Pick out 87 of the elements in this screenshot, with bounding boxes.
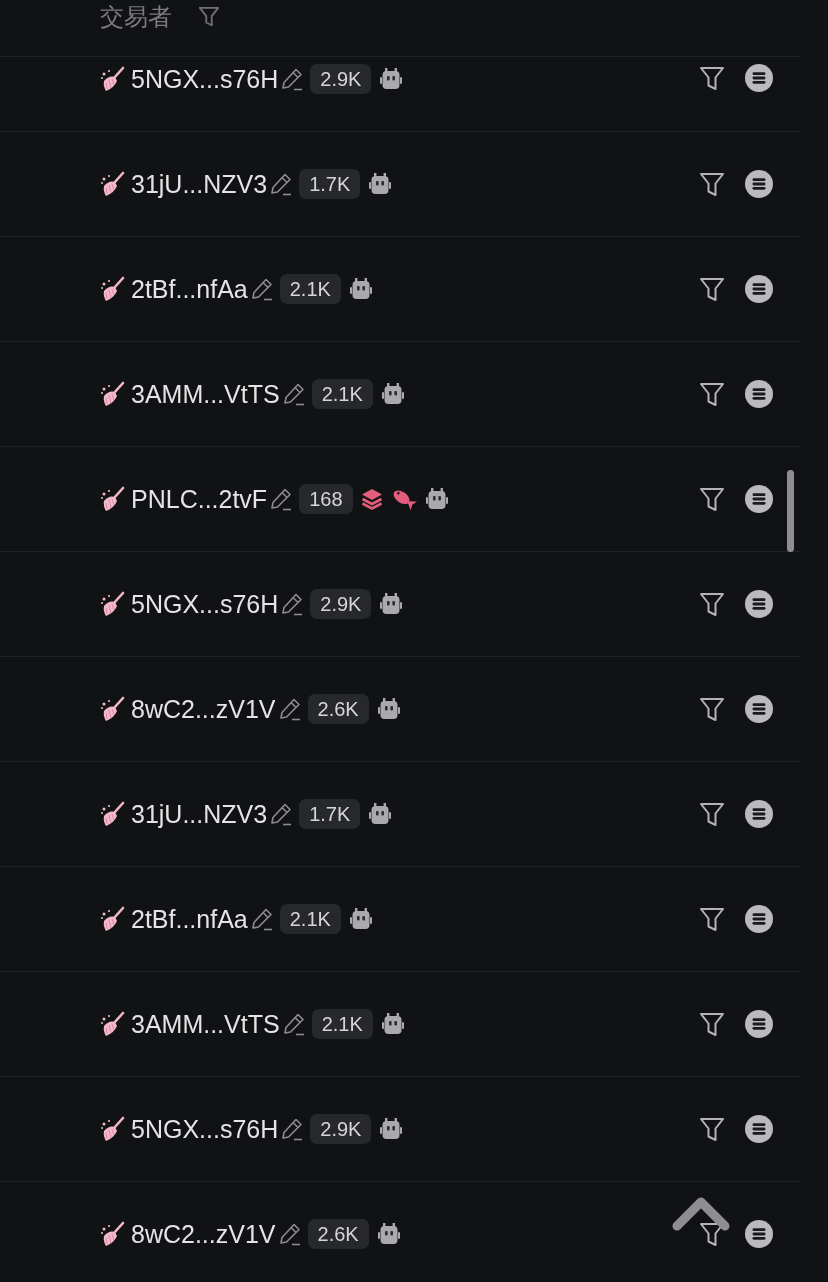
broom-icon — [100, 591, 126, 617]
filter-icon[interactable] — [698, 590, 726, 618]
menu-circle-icon[interactable] — [745, 905, 773, 933]
count-badge: 2.1K — [311, 379, 373, 409]
menu-circle-icon[interactable] — [745, 380, 773, 408]
wallet-address[interactable]: 2tBf...nfAa — [131, 274, 248, 304]
wallet-address[interactable]: PNLC...2tvF — [131, 484, 268, 514]
count-badge: 2.6K — [307, 694, 369, 724]
wallet-address[interactable]: 3AMM...VtTS — [131, 379, 280, 409]
wallet-address[interactable]: 31jU...NZV3 — [131, 799, 268, 829]
wallet-address[interactable]: 5NGX...s76H — [131, 64, 279, 94]
filter-icon[interactable] — [698, 695, 726, 723]
filter-icon[interactable] — [698, 170, 726, 198]
robot-icon — [380, 592, 403, 616]
broom-icon — [100, 381, 126, 407]
filter-icon[interactable] — [198, 6, 220, 28]
broom-icon — [100, 1011, 126, 1037]
edit-icon[interactable] — [269, 172, 294, 196]
menu-circle-icon[interactable] — [745, 485, 773, 513]
robot-icon — [380, 67, 403, 91]
edit-icon[interactable] — [249, 907, 274, 931]
edit-icon[interactable] — [277, 1222, 302, 1246]
wallet-address[interactable]: 2tBf...nfAa — [131, 904, 248, 934]
menu-circle-icon[interactable] — [745, 64, 773, 92]
robot-icon — [381, 1012, 404, 1036]
column-title: 交易者 — [100, 2, 172, 32]
count-badge: 2.9K — [310, 64, 372, 94]
filter-icon[interactable] — [698, 275, 726, 303]
edit-icon[interactable] — [249, 277, 274, 301]
scrollbar-thumb[interactable] — [787, 470, 794, 552]
robot-icon — [349, 277, 372, 301]
menu-circle-icon[interactable] — [745, 800, 773, 828]
count-badge: 1.7K — [299, 169, 361, 199]
count-badge: 2.9K — [310, 589, 372, 619]
robot-icon — [380, 1117, 403, 1141]
menu-circle-icon[interactable] — [745, 1115, 773, 1143]
edit-icon[interactable] — [281, 382, 306, 406]
robot-icon — [425, 487, 448, 511]
filter-icon[interactable] — [698, 380, 726, 408]
count-badge: 168 — [299, 484, 353, 514]
layers-icon — [359, 487, 384, 511]
broom-icon — [100, 801, 126, 827]
count-badge: 2.1K — [279, 274, 341, 304]
broom-icon — [100, 1116, 126, 1142]
menu-circle-icon[interactable] — [745, 590, 773, 618]
robot-icon — [349, 907, 372, 931]
menu-circle-icon[interactable] — [745, 1010, 773, 1038]
wallet-address[interactable]: 8wC2...zV1V — [131, 1219, 276, 1249]
filter-icon[interactable] — [698, 64, 726, 92]
edit-icon[interactable] — [277, 697, 302, 721]
count-badge: 2.6K — [307, 1219, 369, 1249]
filter-icon[interactable] — [698, 485, 726, 513]
wallet-address[interactable]: 8wC2...zV1V — [131, 694, 276, 724]
wallet-address[interactable]: 5NGX...s76H — [131, 589, 279, 619]
menu-circle-icon[interactable] — [745, 695, 773, 723]
filter-icon[interactable] — [698, 1115, 726, 1143]
broom-icon — [100, 1221, 126, 1247]
menu-circle-icon[interactable] — [745, 170, 773, 198]
count-badge: 2.9K — [310, 1114, 372, 1144]
robot-icon — [369, 802, 392, 826]
robot-icon — [377, 697, 400, 721]
broom-icon — [100, 171, 126, 197]
menu-circle-icon[interactable] — [745, 275, 773, 303]
broom-icon — [100, 486, 126, 512]
wallet-address[interactable]: 3AMM...VtTS — [131, 1009, 280, 1039]
broom-icon — [100, 696, 126, 722]
filter-icon[interactable] — [698, 800, 726, 828]
menu-circle-icon[interactable] — [745, 1220, 773, 1248]
robot-icon — [369, 172, 392, 196]
filter-icon[interactable] — [698, 1010, 726, 1038]
filter-icon[interactable] — [698, 905, 726, 933]
wallet-address[interactable]: 31jU...NZV3 — [131, 169, 268, 199]
count-badge: 1.7K — [299, 799, 361, 829]
count-badge: 2.1K — [311, 1009, 373, 1039]
robot-icon — [377, 1222, 400, 1246]
broom-icon — [100, 66, 126, 92]
edit-icon[interactable] — [280, 1117, 305, 1141]
edit-icon[interactable] — [269, 802, 294, 826]
edit-icon[interactable] — [280, 67, 305, 91]
count-badge: 2.1K — [279, 904, 341, 934]
broom-icon — [100, 276, 126, 302]
edit-icon[interactable] — [281, 1012, 306, 1036]
broom-icon — [100, 906, 126, 932]
wallet-address[interactable]: 5NGX...s76H — [131, 1114, 279, 1144]
robot-icon — [381, 382, 404, 406]
edit-icon[interactable] — [269, 487, 294, 511]
edit-icon[interactable] — [280, 592, 305, 616]
